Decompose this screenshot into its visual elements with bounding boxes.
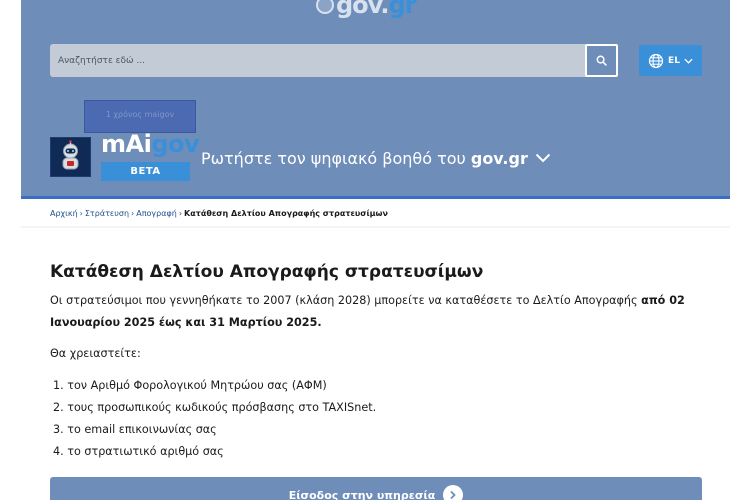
search-bar [50, 44, 618, 77]
breadcrumb-divider [21, 226, 730, 228]
logo-text: gov.gr [336, 0, 417, 19]
chevron-down-icon [684, 58, 693, 64]
breadcrumb-item-home[interactable]: Αρχική [50, 209, 78, 218]
list-item: 2. τους προσωπικούς κωδικούς πρόσβασης σ… [53, 401, 377, 414]
maigov-title: mAigov [101, 130, 200, 158]
govgr-emblem-icon [316, 0, 334, 14]
list-item: 3. το email επικοινωνίας σας [53, 423, 217, 436]
breadcrumb: Αρχική › Στράτευση › Απογραφή › Κατάθεση Δελτί… [50, 209, 388, 218]
govgr-logo[interactable]: gov.gr [316, 0, 417, 19]
breadcrumb-current: Κατάθεση Δελτίου Απογραφής στρατευσίμων [184, 209, 388, 218]
chevron-down-icon [535, 153, 551, 163]
requirements-heading: Θα χρειαστείτε: [50, 347, 141, 360]
list-item: 4. το στρατιωτικό αριθμό σας [53, 445, 224, 458]
intro-paragraph: Οι στρατεύσιμοι που γεννηθήκατε το 2007 … [50, 294, 685, 329]
robot-icon [51, 138, 90, 176]
search-button[interactable] [585, 44, 618, 77]
arrow-right-icon [443, 485, 464, 500]
search-input[interactable] [50, 44, 585, 77]
robot-avatar[interactable] [50, 137, 91, 177]
page-title: Κατάθεση Δελτίου Απογραφής στρατευσίμων [50, 262, 484, 282]
assistant-prompt-text: Ρωτήστε τον ψηφιακό βοηθό του gov.gr [201, 148, 528, 168]
language-label: EL [668, 55, 680, 66]
language-selector[interactable]: EL [639, 45, 702, 76]
enter-service-label: Είσοδος στην υπηρεσία [288, 489, 436, 500]
search-icon [596, 55, 607, 66]
breadcrumb-item-registration[interactable]: Απογραφή [136, 209, 177, 218]
requirements-list: 1. τον Αριθμό Φορολογικού Μητρώου σας (Α… [53, 375, 376, 463]
beta-badge: BETA [101, 162, 190, 181]
globe-icon [648, 53, 664, 68]
breadcrumb-item-conscription[interactable]: Στράτευση [85, 209, 129, 218]
enter-service-button[interactable]: Είσοδος στην υπηρεσία [50, 477, 702, 500]
assistant-prompt-toggle[interactable]: Ρωτήστε τον ψηφιακό βοηθό του gov.gr [201, 146, 551, 170]
anniversary-badge: 1 χρόνος maigov [84, 100, 196, 133]
header-divider [21, 196, 730, 199]
list-item: 1. τον Αριθμό Φορολογικού Μητρώου σας (Α… [53, 379, 327, 392]
